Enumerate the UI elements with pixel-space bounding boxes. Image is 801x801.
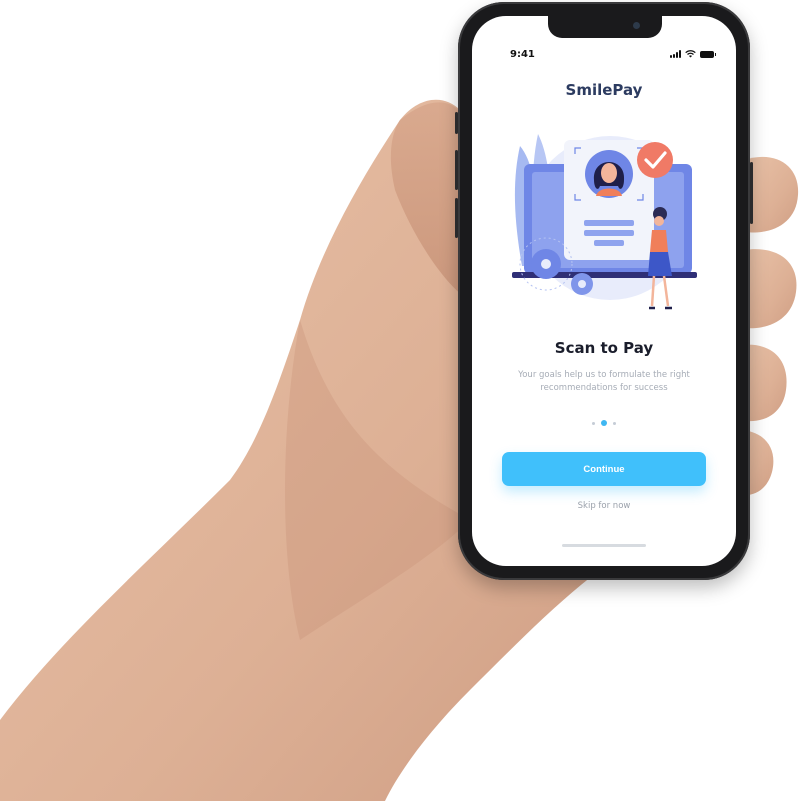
status-time: 9:41 <box>510 49 535 60</box>
volume-down-button <box>455 198 458 238</box>
page-dot[interactable] <box>592 421 595 425</box>
notch <box>548 16 662 38</box>
onboarding-headline: Scan to Pay <box>554 339 654 357</box>
volume-up-button <box>455 150 458 190</box>
home-indicator[interactable] <box>562 544 646 547</box>
scene: 9:41 SmilePay Scan to Pay Your goals hel… <box>0 0 801 801</box>
page-indicator <box>472 420 736 426</box>
cellular-signal-icon <box>670 50 681 58</box>
app-title: SmilePay <box>565 81 643 99</box>
page-dot[interactable] <box>613 421 616 425</box>
onboarding-description: Your goals help us to formulate the righ… <box>518 370 690 393</box>
power-button <box>750 162 753 224</box>
phone-device: 9:41 SmilePay Scan to Pay Your goals hel… <box>455 2 753 580</box>
page-dot-active[interactable] <box>601 420 607 426</box>
continue-button[interactable]: Continue <box>502 452 706 486</box>
mute-switch <box>455 112 458 134</box>
status-icons <box>670 50 716 58</box>
skip-link[interactable]: Skip for now <box>472 501 736 511</box>
front-camera-icon <box>633 22 640 29</box>
phone-screen: 9:41 SmilePay Scan to Pay Your goals hel… <box>472 16 736 566</box>
face-scan-illustration <box>512 134 697 310</box>
battery-icon <box>700 50 716 58</box>
wifi-icon <box>685 50 696 58</box>
